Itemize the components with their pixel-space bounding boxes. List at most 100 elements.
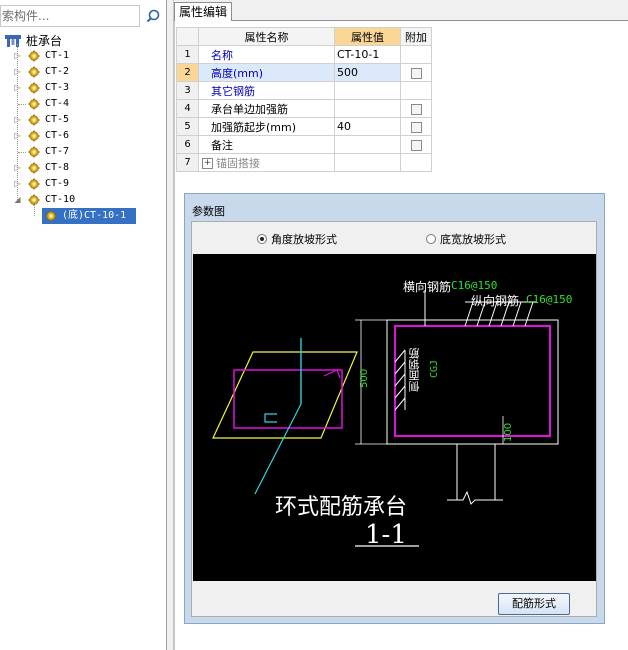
- component-gear-icon: [28, 82, 40, 94]
- component-gear-icon: [45, 210, 57, 222]
- tree-item-ct-8[interactable]: ▷ CT-8: [0, 160, 160, 176]
- tree-root-label: 桩承台: [26, 34, 63, 48]
- tree-item-ct-9[interactable]: ▷ CT-9: [0, 176, 160, 192]
- property-value[interactable]: [334, 153, 401, 172]
- property-grid: 属性名称 属性值 附加 1 名称 CT-10-1 2 高度(mm) 500 3 …: [176, 27, 432, 172]
- expand-icon[interactable]: ▷: [13, 64, 22, 80]
- tree-item-label: CT-9: [45, 178, 70, 189]
- header-value: 属性值: [334, 27, 401, 46]
- extra-cell: [400, 135, 432, 154]
- row-number: 3: [176, 81, 199, 100]
- property-name: 锚固搭接: [216, 156, 260, 170]
- rebar-form-button[interactable]: 配筋形式: [498, 593, 570, 615]
- tree-item-label: (底)CT-10-1: [62, 210, 127, 221]
- property-name: 其它钢筋: [198, 81, 335, 100]
- row-number: 4: [176, 99, 199, 118]
- table-row[interactable]: 1 名称 CT-10-1: [176, 45, 432, 64]
- property-name: 承台单边加强筋: [198, 99, 335, 118]
- parameter-drawing: 横向钢筋 C16@150 纵向钢筋 C16@150 侧面钢筋 CGJ 500 1…: [193, 254, 596, 581]
- radio-angle-slope[interactable]: [257, 234, 267, 244]
- collapse-icon[interactable]: ◢: [13, 192, 22, 208]
- component-gear-icon: [28, 146, 40, 158]
- row-number: 6: [176, 135, 199, 154]
- extra-cell: [400, 81, 432, 100]
- component-gear-icon: [28, 178, 40, 190]
- vrebar-label: 纵向钢筋: [471, 294, 520, 308]
- tab-bar: [174, 0, 628, 21]
- dim-offset: 100: [503, 422, 514, 442]
- search-input[interactable]: 索构件...: [0, 5, 140, 27]
- tree-item-ct-7[interactable]: CT-7: [0, 144, 160, 160]
- radio-angle-slope-label[interactable]: 角度放坡形式: [271, 231, 337, 247]
- property-value[interactable]: [334, 81, 401, 100]
- dialog-title: 参数图: [192, 205, 225, 218]
- radio-bottom-width[interactable]: [426, 234, 436, 244]
- section-mark: 1-1: [365, 520, 407, 550]
- tree-item-ct-3[interactable]: ▷ CT-3: [0, 80, 160, 96]
- expand-icon[interactable]: ▷: [13, 112, 22, 128]
- extra-checkbox[interactable]: [410, 67, 422, 79]
- tree-item-ct-1[interactable]: ▷ CT-1: [0, 48, 160, 64]
- table-row[interactable]: 6 备注: [176, 135, 432, 154]
- component-gear-icon: [28, 114, 40, 126]
- search-icon[interactable]: [141, 5, 165, 27]
- property-name: 高度(mm): [198, 63, 335, 82]
- table-row[interactable]: 3 其它钢筋: [176, 81, 432, 100]
- table-row[interactable]: 2 高度(mm) 500: [176, 63, 432, 82]
- tree-item-label: CT-8: [45, 162, 70, 173]
- component-gear-icon: [28, 66, 40, 78]
- hrebar-label: 横向钢筋: [403, 280, 452, 294]
- expand-icon[interactable]: ▷: [13, 176, 22, 192]
- extra-cell: [400, 153, 432, 172]
- tree-guide-line: [18, 104, 26, 105]
- tree-item-child[interactable]: (底)CT-10-1: [0, 202, 160, 224]
- property-value[interactable]: CT-10-1: [334, 45, 401, 64]
- tree-item-label: CT-6: [45, 130, 70, 141]
- tree-item-label: CT-4: [45, 98, 70, 109]
- tree-item-ct-5[interactable]: ▷ CT-5: [0, 112, 160, 128]
- property-name-cell: + 锚固搭接: [198, 153, 335, 172]
- tree-item-label: CT-1: [45, 50, 70, 61]
- extra-cell: [400, 117, 432, 136]
- expand-icon[interactable]: ▷: [13, 160, 22, 176]
- panel-splitter[interactable]: [167, 0, 174, 650]
- expand-icon[interactable]: ▷: [13, 128, 22, 144]
- table-row[interactable]: 7 + 锚固搭接: [176, 153, 432, 172]
- tree-item-label: CT-7: [45, 146, 70, 157]
- extra-checkbox[interactable]: [410, 103, 422, 115]
- expand-icon[interactable]: ▷: [13, 80, 22, 96]
- side-rebar-label: 侧面钢筋: [408, 348, 421, 392]
- property-name: 加强筋起步(mm): [198, 117, 335, 136]
- tree-item-ct-4[interactable]: CT-4: [0, 96, 160, 112]
- tree-item-ct-2[interactable]: ▷ CT-2: [0, 64, 160, 80]
- component-gear-icon: [28, 130, 40, 142]
- tree-item-label: CT-10: [45, 194, 76, 205]
- property-name: 名称: [198, 45, 335, 64]
- tree-guide-line: [18, 152, 26, 153]
- tree-item-label: CT-5: [45, 114, 70, 125]
- property-value[interactable]: 40: [334, 117, 401, 136]
- radio-bottom-width-label[interactable]: 底宽放坡形式: [440, 231, 506, 247]
- expand-icon[interactable]: ▷: [13, 48, 22, 64]
- property-value[interactable]: [334, 135, 401, 154]
- tree-item-ct-6[interactable]: ▷ CT-6: [0, 128, 160, 144]
- table-row[interactable]: 5 加强筋起步(mm) 40: [176, 117, 432, 136]
- tree-item-label: CT-3: [45, 82, 70, 93]
- vrebar-spec: C16@150: [526, 293, 573, 306]
- row-number: 5: [176, 117, 199, 136]
- hrebar-spec: C16@150: [451, 279, 498, 292]
- property-value[interactable]: [334, 99, 401, 118]
- property-value[interactable]: 500: [334, 63, 401, 82]
- expand-plus-icon[interactable]: +: [202, 158, 213, 169]
- tree-root[interactable]: 桩承台: [4, 33, 164, 49]
- tab-property-edit[interactable]: 属性编辑: [174, 2, 232, 21]
- header-extra: 附加: [400, 27, 432, 46]
- extra-checkbox[interactable]: [410, 121, 422, 133]
- tree-item-ct-10[interactable]: ◢ CT-10: [0, 192, 160, 208]
- table-row[interactable]: 4 承台单边加强筋: [176, 99, 432, 118]
- extra-checkbox[interactable]: [410, 139, 422, 151]
- extra-cell: [400, 63, 432, 82]
- row-number: 7: [176, 153, 199, 172]
- property-name: 备注: [198, 135, 335, 154]
- header-name: 属性名称: [198, 27, 335, 46]
